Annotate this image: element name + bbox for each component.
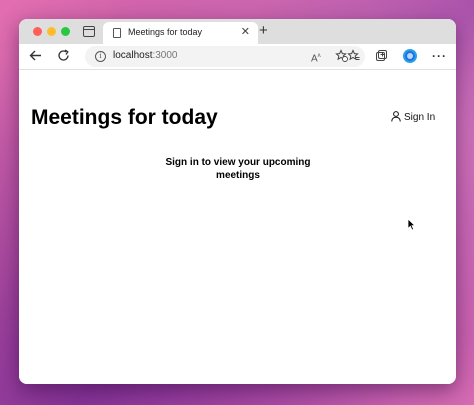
tab-actions-icon[interactable] [83,26,95,37]
tab-meetings[interactable]: Meetings for today ✕ [103,22,258,44]
minimize-window-button[interactable] [47,27,56,36]
favorites-icon[interactable] [347,49,360,65]
info-icon[interactable]: i [95,51,106,62]
new-tab-button[interactable]: + [259,22,268,40]
address-bar[interactable]: i localhost:3000 Aʌ [85,46,365,67]
profile-icon[interactable] [403,49,417,63]
more-icon[interactable]: ··· [432,49,447,63]
browser-window: Meetings for today ✕ + i localhost:3000 … [19,19,456,384]
mouse-cursor-icon [407,218,416,236]
person-icon [391,111,401,122]
browser-toolbar: i localhost:3000 Aʌ ··· [19,44,456,70]
close-window-button[interactable] [33,27,42,36]
title-bar: Meetings for today ✕ + [19,19,456,44]
close-tab-icon[interactable]: ✕ [241,25,250,39]
collections-icon[interactable] [375,49,388,65]
web-page: Meetings for today Sign In Sign in to vi… [19,70,456,384]
reload-icon[interactable] [57,49,70,65]
page-title: Meetings for today [31,106,218,129]
back-icon[interactable] [29,49,42,65]
sign-in-message: Sign in to view your upcoming meetings [165,157,311,181]
page-icon [113,28,121,38]
tab-title: Meetings for today [128,27,203,37]
url-text[interactable]: localhost:3000 [113,50,178,61]
sign-in-label: Sign In [404,112,436,123]
read-aloud-icon[interactable]: Aʌ [311,49,321,66]
sign-in-link[interactable]: Sign In [391,111,435,123]
maximize-window-button[interactable] [61,27,70,36]
